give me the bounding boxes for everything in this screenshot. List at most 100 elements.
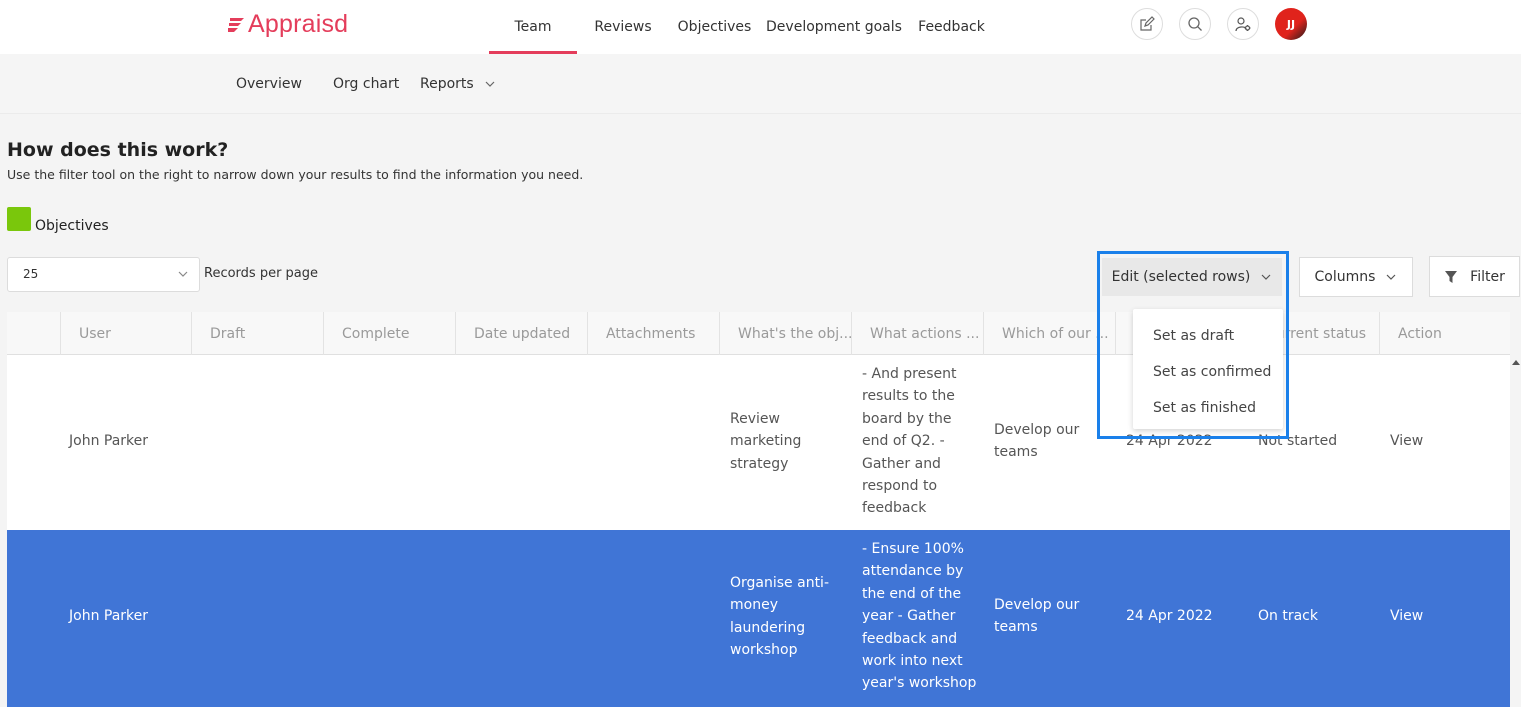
chevron-down-icon xyxy=(178,271,188,277)
cell-line: attendance by xyxy=(862,563,964,580)
cell-line: Gather and xyxy=(862,455,941,472)
help-title: How does this work? xyxy=(7,139,229,161)
section-label: Objectives xyxy=(7,207,109,234)
nav-team[interactable]: Team xyxy=(489,0,577,54)
column-header-date-updated[interactable]: Date updated xyxy=(455,312,587,355)
cell-goal: Develop our teams xyxy=(994,419,1079,464)
filter-icon xyxy=(1445,270,1458,283)
cell-line: the end of the xyxy=(862,585,962,602)
cell-line: teams xyxy=(994,444,1038,461)
chevron-down-icon xyxy=(485,81,495,87)
cell-line: year's workshop xyxy=(862,675,977,692)
cell-status: Not started xyxy=(1258,433,1338,449)
help-text: Use the filter tool on the right to narr… xyxy=(7,167,584,182)
records-per-page-value: 25 xyxy=(23,267,39,281)
columns-label: Columns xyxy=(1314,269,1376,285)
records-per-page-label: Records per page xyxy=(204,266,319,281)
cell-date: 24 Apr 2022 xyxy=(1126,608,1213,624)
cell-line: Review xyxy=(730,411,780,427)
cell-line: Develop our xyxy=(994,422,1080,438)
search-button[interactable] xyxy=(1179,8,1211,40)
column-header-select[interactable] xyxy=(7,312,60,355)
menu-item-set-as-finished[interactable]: Set as finished xyxy=(1153,400,1256,416)
menu-item-set-as-draft[interactable]: Set as draft xyxy=(1153,328,1234,344)
menu-item-set-as-confirmed[interactable]: Set as confirmed xyxy=(1153,364,1271,380)
column-header-complete[interactable]: Complete xyxy=(323,312,455,355)
top-bar: Appraisd Team Reviews Objectives Develop… xyxy=(0,0,1521,54)
table-header: User Draft Complete Date updated Attachm… xyxy=(7,312,1510,355)
cell-line: feedback xyxy=(862,500,927,517)
user-settings-icon xyxy=(1235,17,1251,32)
cell-line: year - Gather xyxy=(862,608,956,625)
table-row[interactable]: John Parker Review marketing strategy - … xyxy=(7,355,1510,530)
scroll-up-arrow-icon[interactable] xyxy=(1512,360,1520,365)
cell-date: 24 Apr 2022 xyxy=(1126,433,1213,449)
cell-line: workshop xyxy=(730,642,798,659)
logo-mark-icon xyxy=(228,18,244,32)
cell-actions: - And present results to the board by th… xyxy=(862,363,957,520)
subnav-org-chart[interactable]: Org chart xyxy=(333,76,399,92)
cell-line: strategy xyxy=(730,455,789,472)
column-header-which-of-our[interactable]: Which of our ... xyxy=(983,312,1115,355)
cell-user: John Parker xyxy=(69,433,149,449)
column-header-action[interactable]: Action xyxy=(1379,312,1510,355)
cell-line: respond to xyxy=(862,478,938,495)
cell-line: Organise anti- xyxy=(730,575,829,591)
column-header-actions[interactable]: What actions ... xyxy=(851,312,983,355)
cell-line: marketing xyxy=(730,433,802,450)
cell-line: end of Q2. - xyxy=(862,433,945,450)
objectives-table: User Draft Complete Date updated Attachm… xyxy=(7,312,1510,707)
subnav-reports[interactable]: Reports xyxy=(420,76,496,92)
nav-feedback[interactable]: Feedback xyxy=(908,0,995,54)
logo-text: Appraisd xyxy=(248,9,349,38)
nav-objectives[interactable]: Objectives xyxy=(669,0,760,54)
cell-objective: Organise anti- money laundering workshop xyxy=(730,572,829,662)
subnav-overview[interactable]: Overview xyxy=(236,76,302,92)
chevron-down-icon xyxy=(1261,274,1271,280)
header-actions: JJ xyxy=(1131,8,1307,40)
sub-nav: Overview Org chart Reports xyxy=(0,54,1521,114)
appraisd-logo[interactable]: Appraisd xyxy=(227,9,348,39)
filter-label: Filter xyxy=(1470,268,1505,285)
cell-goal: Develop our teams xyxy=(994,594,1079,639)
cell-line: - Ensure 100% xyxy=(862,541,964,557)
section-title: Objectives xyxy=(35,218,109,234)
edit-icon xyxy=(1140,16,1155,31)
user-settings-button[interactable] xyxy=(1227,8,1259,40)
main-nav: Team Reviews Objectives Development goal… xyxy=(489,0,995,54)
cell-objective: Review marketing strategy xyxy=(730,408,801,475)
cell-user: John Parker xyxy=(69,608,149,624)
cell-line: laundering xyxy=(730,619,806,636)
search-icon xyxy=(1188,17,1202,31)
view-link[interactable]: View xyxy=(1390,430,1423,452)
filter-button[interactable]: Filter xyxy=(1429,256,1520,297)
column-header-draft[interactable]: Draft xyxy=(191,312,323,355)
cell-line: work into next xyxy=(862,653,963,670)
cell-line: Develop our xyxy=(994,597,1080,613)
cell-line: board by the xyxy=(862,410,952,427)
objectives-color-swatch xyxy=(7,207,31,231)
view-link[interactable]: View xyxy=(1390,605,1423,627)
cell-line: results to the xyxy=(862,388,955,405)
cell-line: feedback and xyxy=(862,630,958,647)
edit-button[interactable] xyxy=(1131,8,1163,40)
table-row-selected[interactable]: John Parker Organise anti- money launder… xyxy=(7,530,1510,707)
user-avatar[interactable]: JJ xyxy=(1275,8,1307,40)
column-header-attachments[interactable]: Attachments xyxy=(587,312,719,355)
column-header-objective[interactable]: What's the obj... xyxy=(719,312,851,355)
records-per-page-select[interactable]: 25 xyxy=(7,257,200,292)
cell-line: - And present xyxy=(862,366,957,382)
edit-selected-rows-button[interactable]: Edit (selected rows) xyxy=(1102,258,1282,296)
nav-development-goals[interactable]: Development goals xyxy=(760,0,908,54)
cell-status: On track xyxy=(1258,608,1318,624)
cell-line: teams xyxy=(994,619,1038,636)
edit-selected-rows-label: Edit (selected rows) xyxy=(1111,269,1251,285)
subnav-reports-label: Reports xyxy=(420,76,474,92)
edit-selected-rows-menu: Set as draft Set as confirmed Set as fin… xyxy=(1133,309,1283,429)
column-header-user[interactable]: User xyxy=(60,312,191,355)
nav-reviews[interactable]: Reviews xyxy=(577,0,669,54)
cell-actions: - Ensure 100% attendance by the end of t… xyxy=(862,538,976,695)
columns-button[interactable]: Columns xyxy=(1299,257,1413,297)
chevron-down-icon xyxy=(1387,274,1396,280)
cell-line: money xyxy=(730,597,778,614)
